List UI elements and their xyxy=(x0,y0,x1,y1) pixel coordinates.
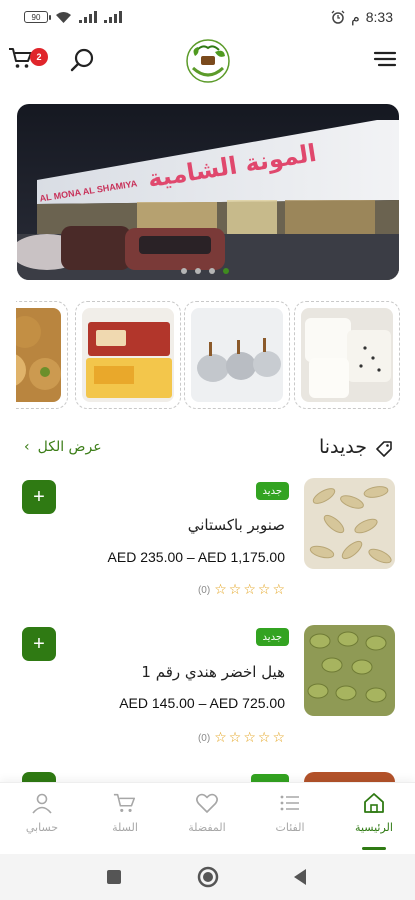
category-carousel[interactable] xyxy=(16,301,415,413)
nav-home[interactable]: الرئيسية xyxy=(339,791,409,851)
star-empty-icon: ☆ xyxy=(272,582,285,598)
star-empty-icon: ☆ xyxy=(228,582,242,598)
product-price: AED 235.00 – AED 1,175.00 xyxy=(107,549,285,565)
add-to-cart-button[interactable]: + xyxy=(22,627,56,661)
nav-account[interactable]: حسابي xyxy=(7,791,77,851)
product-name[interactable]: صنوبر باكستاني xyxy=(188,516,285,534)
logo-icon xyxy=(186,39,230,83)
star-empty-icon: ☆ xyxy=(214,730,227,746)
section-title: جديدنا xyxy=(318,436,367,458)
back-icon[interactable] xyxy=(292,868,308,886)
nav-home-label: الرئيسية xyxy=(355,821,393,834)
home-icon xyxy=(364,793,384,813)
home-circle-icon[interactable] xyxy=(197,866,219,888)
star-empty-icon: ☆ xyxy=(228,730,242,746)
nav-categories[interactable]: الفئات xyxy=(255,791,325,851)
new-badge: جديد xyxy=(255,628,289,646)
plus-icon: + xyxy=(33,632,45,655)
user-icon xyxy=(32,793,52,814)
nav-account-label: حسابي xyxy=(25,821,59,834)
star-empty-icon: ☆ xyxy=(214,582,227,598)
slide-dot[interactable] xyxy=(181,268,187,274)
category-tile[interactable] xyxy=(184,301,290,409)
signal-icon-2 xyxy=(104,11,122,23)
search-icon xyxy=(70,48,94,72)
slide-dot[interactable] xyxy=(195,268,201,274)
product-rating: (0) ☆ ☆ ☆ ☆ ☆ xyxy=(198,731,285,745)
star-empty-icon: ☆ xyxy=(243,730,256,746)
system-nav-bar xyxy=(0,854,415,900)
star-empty-icon: ☆ xyxy=(272,730,285,746)
menu-button[interactable] xyxy=(373,49,397,73)
add-to-cart-button[interactable]: + xyxy=(22,480,56,514)
battery-icon: 90 xyxy=(24,11,51,23)
category-image xyxy=(16,308,61,402)
bottom-nav: حسابي السلة المفضلة الفئات الرئيسية xyxy=(0,782,415,854)
category-tile[interactable] xyxy=(294,301,400,409)
banner-pagination[interactable] xyxy=(181,268,229,274)
clock-ampm: م xyxy=(351,8,360,25)
plus-icon: + xyxy=(33,485,45,508)
signal-icon xyxy=(79,11,97,23)
star-empty-icon: ☆ xyxy=(257,582,271,598)
active-tab-indicator xyxy=(362,847,386,850)
product-image[interactable] xyxy=(304,625,395,716)
wifi-icon xyxy=(56,11,71,23)
view-all-label: عرض الكل xyxy=(37,439,102,455)
status-icons: 90 xyxy=(24,11,122,24)
category-tile[interactable] xyxy=(16,301,68,409)
product-rating: (0) ☆ ☆ ☆ ☆ ☆ xyxy=(198,583,285,597)
nav-favorites-label: المفضلة xyxy=(188,821,226,834)
nav-favorites[interactable]: المفضلة xyxy=(172,791,242,851)
rating-count: (0) xyxy=(197,732,211,744)
status-bar: 90 م 8:33 xyxy=(0,0,415,34)
new-products-header: ‹ عرض الكل جديدنا xyxy=(0,436,415,462)
chevron-left-icon: ‹ xyxy=(24,439,30,455)
rating-count: (0) xyxy=(197,584,211,596)
tag-icon xyxy=(376,441,392,457)
store-logo[interactable] xyxy=(181,34,235,88)
clock-time: 8:33 xyxy=(365,9,393,25)
category-tile[interactable] xyxy=(75,301,181,409)
view-all-link[interactable]: ‹ عرض الكل xyxy=(24,439,102,455)
product-card[interactable]: + جديد صنوبر باكستاني AED 235.00 – AED 1… xyxy=(0,478,415,618)
recents-icon[interactable] xyxy=(106,869,122,885)
nav-cart[interactable]: السلة xyxy=(90,791,160,851)
app-header: 2 xyxy=(0,34,415,92)
battery-level: 90 xyxy=(31,12,41,22)
nav-categories-label: الفئات xyxy=(275,821,305,834)
product-image[interactable] xyxy=(304,478,395,569)
heart-icon xyxy=(196,793,218,813)
new-badge: جديد xyxy=(255,482,289,500)
category-image xyxy=(301,308,393,402)
product-card[interactable]: + جديد هيل اخضر هندي رقم 1 AED 145.00 – … xyxy=(0,625,415,765)
list-icon xyxy=(280,795,299,811)
cart-icon xyxy=(113,793,136,812)
slide-dot-active[interactable] xyxy=(223,268,229,274)
product-price: AED 145.00 – AED 725.00 xyxy=(119,695,285,711)
category-image xyxy=(191,308,283,402)
slide-dot[interactable] xyxy=(209,268,215,274)
star-empty-icon: ☆ xyxy=(257,730,271,746)
nav-cart-label: السلة xyxy=(112,821,138,834)
promo-banner[interactable]: المونة الشامية AL MONA AL SHAMIYA xyxy=(17,104,399,280)
hamburger-icon xyxy=(373,51,397,67)
status-clock: م 8:33 xyxy=(331,9,393,26)
search-button[interactable] xyxy=(70,47,98,75)
star-empty-icon: ☆ xyxy=(243,582,256,598)
category-image xyxy=(82,308,174,402)
cart-count-badge: 2 xyxy=(30,48,48,66)
product-name[interactable]: هيل اخضر هندي رقم 1 xyxy=(141,663,285,681)
alarm-icon xyxy=(331,10,345,24)
